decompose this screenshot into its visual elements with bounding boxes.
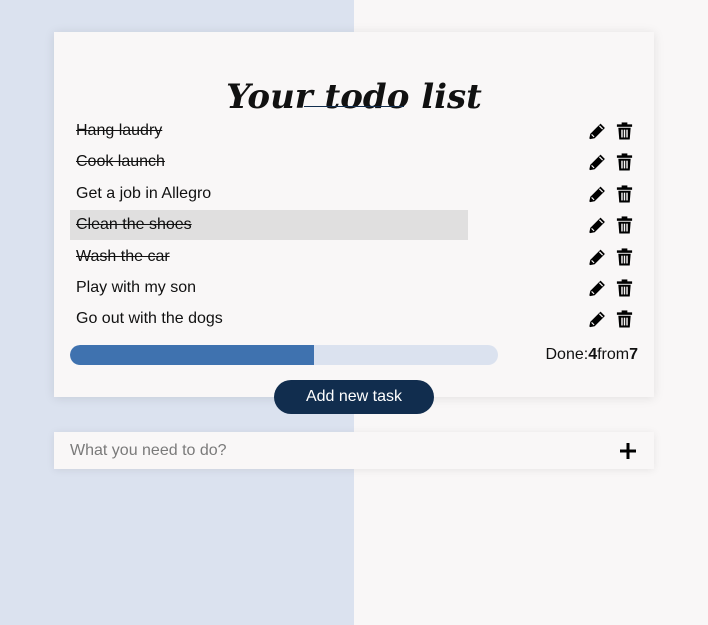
pencil-icon (589, 217, 605, 234)
task-actions (588, 242, 634, 272)
delete-button[interactable] (615, 184, 634, 204)
task-actions (588, 273, 634, 303)
task-label[interactable]: Get a job in Allegro (70, 179, 468, 209)
edit-button[interactable] (588, 215, 607, 235)
edit-button[interactable] (588, 309, 607, 329)
delete-button[interactable] (615, 121, 634, 141)
page-title: Your todo list (226, 77, 482, 117)
delete-button[interactable] (615, 215, 634, 235)
progress-bar (70, 345, 498, 365)
new-task-input[interactable] (54, 432, 594, 469)
trash-icon (616, 310, 633, 328)
task-label[interactable]: Cook launch (70, 147, 468, 177)
task-actions (588, 116, 634, 146)
add-new-task-button[interactable]: Add new task (274, 380, 434, 414)
trash-icon (616, 153, 633, 171)
task-row: Wash the car (70, 242, 638, 273)
trash-icon (616, 279, 633, 297)
plus-icon[interactable] (618, 441, 638, 461)
delete-button[interactable] (615, 278, 634, 298)
trash-icon (616, 185, 633, 203)
task-label[interactable]: Go out with the dogs (70, 304, 468, 334)
task-list: Hang laudry Cook launch Get a job in All… (70, 116, 638, 336)
trash-icon (616, 248, 633, 266)
task-row: Hang laudry (70, 116, 638, 147)
task-row: Get a job in Allegro (70, 179, 638, 210)
task-actions (588, 304, 634, 334)
pencil-icon (589, 249, 605, 265)
from-label: from (597, 346, 630, 363)
delete-button[interactable] (615, 247, 634, 267)
task-label[interactable]: Play with my son (70, 273, 468, 303)
trash-icon (616, 216, 633, 234)
done-count: 4 (588, 346, 598, 363)
edit-button[interactable] (588, 152, 607, 172)
task-actions (588, 210, 634, 240)
todo-card: Your todo list Hang laudry Cook launch G… (54, 32, 654, 397)
task-row: Cook launch (70, 147, 638, 178)
edit-button[interactable] (588, 121, 607, 141)
task-label[interactable]: Hang laudry (70, 116, 468, 146)
total-count: 7 (629, 346, 638, 363)
edit-button[interactable] (588, 247, 607, 267)
new-task-bar (54, 432, 654, 469)
trash-icon (616, 122, 633, 140)
progress-fill (70, 345, 315, 365)
task-actions (588, 147, 634, 177)
done-counter: Done: 4 from 7 (545, 345, 638, 365)
task-label[interactable]: Clean the shoes (70, 210, 468, 241)
task-row: Clean the shoes (70, 210, 638, 241)
edit-button[interactable] (588, 184, 607, 204)
title-underline (304, 106, 404, 107)
edit-button[interactable] (588, 278, 607, 298)
delete-button[interactable] (615, 152, 634, 172)
pencil-icon (589, 186, 605, 202)
delete-button[interactable] (615, 309, 634, 329)
task-row: Play with my son (70, 273, 638, 304)
done-label: Done: (545, 346, 589, 363)
task-label[interactable]: Wash the car (70, 242, 468, 272)
pencil-icon (589, 154, 605, 171)
task-row: Go out with the dogs (70, 304, 638, 335)
task-actions (588, 179, 634, 209)
pencil-icon (589, 311, 605, 328)
pencil-icon (589, 280, 605, 297)
pencil-icon (589, 123, 605, 140)
